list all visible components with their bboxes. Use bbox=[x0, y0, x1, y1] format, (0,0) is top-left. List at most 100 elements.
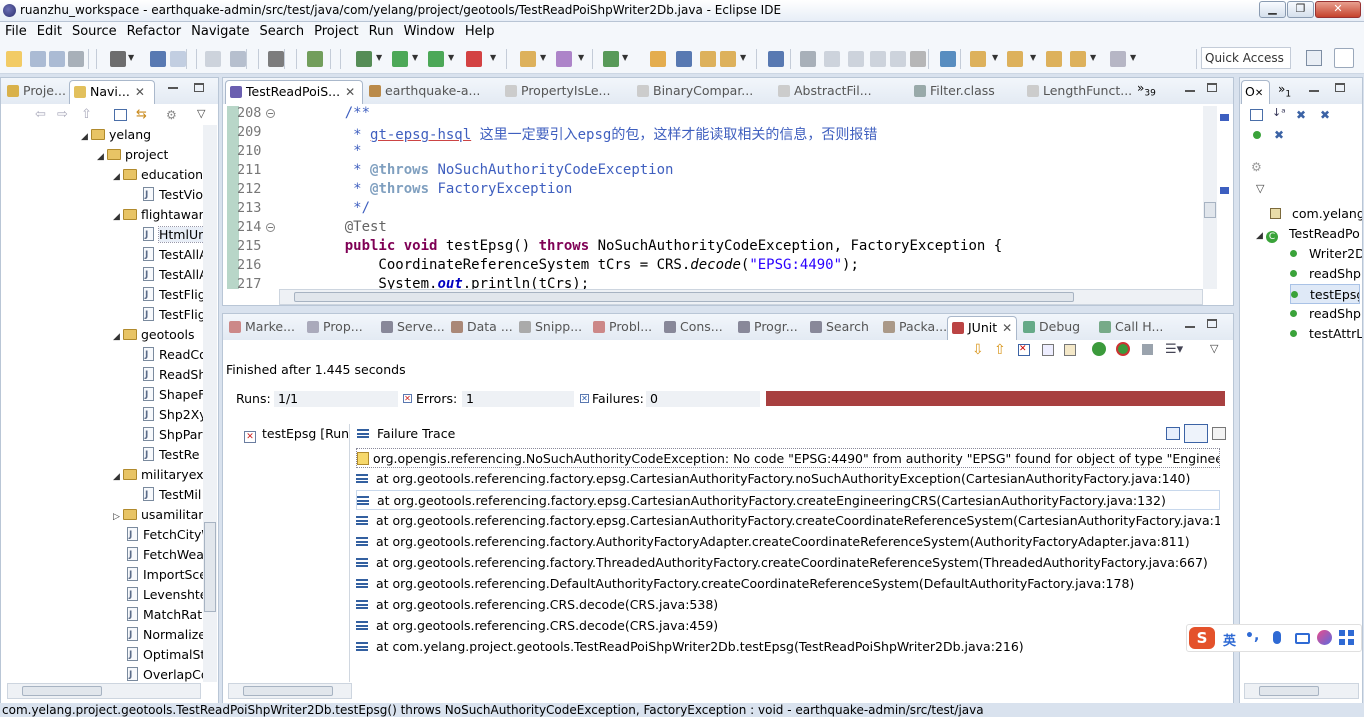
dropdown-arrow-icon[interactable]: ▼ bbox=[412, 53, 420, 69]
outline-item[interactable]: ◢ C TestReadPo bbox=[1256, 224, 1360, 244]
menu-help[interactable]: Help bbox=[460, 22, 500, 39]
back-icon[interactable] bbox=[1070, 51, 1086, 67]
tree-file[interactable]: Levenshte bbox=[127, 585, 203, 605]
tree-file[interactable]: ReadSh bbox=[143, 365, 203, 385]
hide-fields-icon[interactable]: ✖ bbox=[1296, 108, 1306, 122]
collapsed-arrow-icon[interactable]: ▷ bbox=[113, 507, 123, 525]
java-perspective-icon[interactable] bbox=[1334, 48, 1354, 68]
next-failure-icon[interactable]: ⇩ bbox=[972, 342, 984, 358]
tab-serve[interactable]: Serve... bbox=[377, 316, 445, 340]
stack-frame-line[interactable]: at org.geotools.referencing.factory.Thre… bbox=[356, 553, 1208, 573]
collapse-all-icon[interactable] bbox=[1250, 109, 1263, 121]
test-run-history-icon[interactable]: ☰▾ bbox=[1165, 342, 1183, 357]
stack-frame-line[interactable]: at org.geotools.referencing.factory.epsg… bbox=[356, 511, 1220, 531]
tree-folder[interactable]: ◢ project bbox=[97, 145, 168, 165]
dropdown-arrow-icon[interactable]: ▼ bbox=[1090, 53, 1098, 69]
open-type-icon[interactable] bbox=[650, 51, 666, 67]
new-icon[interactable] bbox=[6, 51, 22, 67]
stack-frame-line[interactable]: at org.geotools.referencing.factory.epsg… bbox=[356, 490, 1220, 510]
maximize-view-icon[interactable] bbox=[1207, 83, 1217, 92]
back-nav-icon[interactable]: ⇦ bbox=[35, 107, 46, 122]
tree-file[interactable]: MatchRati bbox=[127, 605, 203, 625]
editor-tab[interactable]: Filter.class bbox=[910, 80, 1018, 104]
external-tools-icon[interactable] bbox=[466, 51, 482, 67]
menu-window[interactable]: Window bbox=[399, 22, 460, 39]
stack-frame-line[interactable]: at com.yelang.project.geotools.TestReadP… bbox=[356, 637, 1024, 657]
link-editor-icon[interactable]: ⇆ bbox=[136, 107, 147, 122]
tree-vscroll-thumb[interactable] bbox=[204, 522, 216, 612]
new-package-icon[interactable] bbox=[556, 51, 572, 67]
tab-packa[interactable]: Packa... bbox=[879, 316, 947, 340]
editor-tab[interactable]: earthquake-a... bbox=[365, 80, 497, 104]
ime-menu-icon[interactable] bbox=[1339, 630, 1354, 645]
tree-file[interactable]: FetchCityW bbox=[127, 525, 203, 545]
ime-skin-icon[interactable] bbox=[1317, 630, 1332, 645]
task-icon[interactable] bbox=[307, 51, 323, 67]
maximize-button[interactable]: ❐ bbox=[1287, 1, 1314, 18]
filter-icon[interactable]: ⚙ bbox=[166, 108, 177, 122]
fold-toggle-icon[interactable]: − bbox=[266, 223, 275, 232]
hide-local-types-icon[interactable]: ✖ bbox=[1274, 128, 1284, 142]
tab-data[interactable]: Data ... bbox=[447, 316, 513, 340]
dropdown-arrow-icon[interactable]: ▼ bbox=[578, 53, 586, 69]
tree-folder[interactable]: ◢ education bbox=[113, 165, 203, 185]
editor-overflow-chevron[interactable]: »39 bbox=[1137, 81, 1156, 98]
outline-item[interactable]: testAttrLe bbox=[1290, 324, 1362, 344]
outline-item[interactable]: testEpsg bbox=[1290, 284, 1360, 304]
tree-hscroll-thumb[interactable] bbox=[22, 686, 102, 696]
run-icon[interactable] bbox=[392, 51, 408, 67]
tree-file[interactable]: TestAllA bbox=[143, 245, 203, 265]
save-all-icon[interactable] bbox=[49, 51, 65, 67]
menu-source[interactable]: Source bbox=[67, 22, 122, 39]
sort-icon[interactable]: ↓ᵃ bbox=[1272, 106, 1286, 119]
copy-trace-icon[interactable] bbox=[1212, 427, 1226, 440]
ime-keyboard-icon[interactable] bbox=[1295, 633, 1310, 644]
tree-folder[interactable]: ◢ yelang bbox=[81, 125, 151, 145]
pin-icon[interactable] bbox=[800, 51, 816, 67]
dropdown-arrow-icon[interactable]: ▼ bbox=[740, 53, 748, 69]
tree-file[interactable]: TestFlig bbox=[143, 285, 203, 305]
tab-debug[interactable]: Debug bbox=[1019, 316, 1093, 340]
view-menu-icon[interactable]: ▽ bbox=[1210, 342, 1218, 355]
tree-file[interactable]: Shp2Xy bbox=[143, 405, 203, 425]
focus-icon[interactable]: ⚙ bbox=[1251, 160, 1262, 174]
dropdown-arrow-icon[interactable]: ▼ bbox=[448, 53, 456, 69]
expanded-arrow-icon[interactable]: ◢ bbox=[81, 127, 91, 145]
fold-toggle-icon[interactable]: − bbox=[266, 109, 275, 118]
compare-result-icon[interactable] bbox=[1166, 427, 1180, 440]
menu-file[interactable]: File bbox=[0, 22, 32, 39]
filter-stack-trace-icon[interactable] bbox=[1184, 424, 1208, 443]
expanded-arrow-icon[interactable]: ◢ bbox=[113, 327, 123, 345]
outline-item[interactable]: readShp bbox=[1290, 304, 1361, 324]
dropdown-arrow-icon[interactable]: ▼ bbox=[128, 53, 136, 69]
tree-file[interactable]: TestVio bbox=[143, 185, 203, 205]
dropdown-arrow-icon[interactable]: ▼ bbox=[490, 53, 498, 69]
public-members-icon[interactable] bbox=[1253, 131, 1261, 139]
outline-item[interactable]: readShp bbox=[1290, 264, 1361, 284]
perspective-icon[interactable] bbox=[1306, 50, 1322, 66]
tree-folder[interactable]: ◢ militaryexe bbox=[113, 465, 203, 485]
tab-outline[interactable]: O✕ bbox=[1241, 80, 1270, 104]
menu-edit[interactable]: Edit bbox=[32, 22, 67, 39]
stack-frame-line[interactable]: at org.geotools.referencing.factory.epsg… bbox=[356, 469, 1190, 489]
tree-file[interactable]: HtmlUn bbox=[143, 225, 203, 245]
minimize-view-icon[interactable] bbox=[1185, 90, 1195, 92]
tree-file[interactable]: OverlapCo bbox=[127, 665, 203, 685]
toggle-breakpoint-icon[interactable] bbox=[230, 51, 246, 67]
globe-icon[interactable] bbox=[940, 51, 956, 67]
outline-hscroll-thumb[interactable] bbox=[1259, 686, 1319, 696]
tree-folder[interactable]: ◢ geotools bbox=[113, 325, 194, 345]
close-icon[interactable]: ✕ bbox=[1255, 88, 1263, 99]
skip-breakpoints-icon[interactable] bbox=[205, 51, 221, 67]
open-task-icon[interactable] bbox=[768, 51, 784, 67]
ime-toolbar[interactable]: S 英 •, bbox=[1186, 624, 1362, 652]
tree-folder[interactable]: ▷ usamilitar bbox=[113, 505, 203, 525]
close-icon[interactable]: ✕ bbox=[135, 85, 145, 99]
editor-hscroll-thumb[interactable] bbox=[294, 292, 1074, 302]
last-edit-icon[interactable] bbox=[1046, 51, 1062, 67]
ime-language[interactable]: 英 bbox=[1223, 630, 1236, 649]
exception-line[interactable]: org.opengis.referencing.NoSuchAuthorityC… bbox=[356, 448, 1220, 468]
block-selection-icon[interactable] bbox=[848, 51, 864, 67]
tab-navigator[interactable]: Navi... ✕ bbox=[69, 80, 155, 104]
stack-frame-line[interactable]: at org.geotools.referencing.CRS.decode(C… bbox=[356, 616, 718, 636]
